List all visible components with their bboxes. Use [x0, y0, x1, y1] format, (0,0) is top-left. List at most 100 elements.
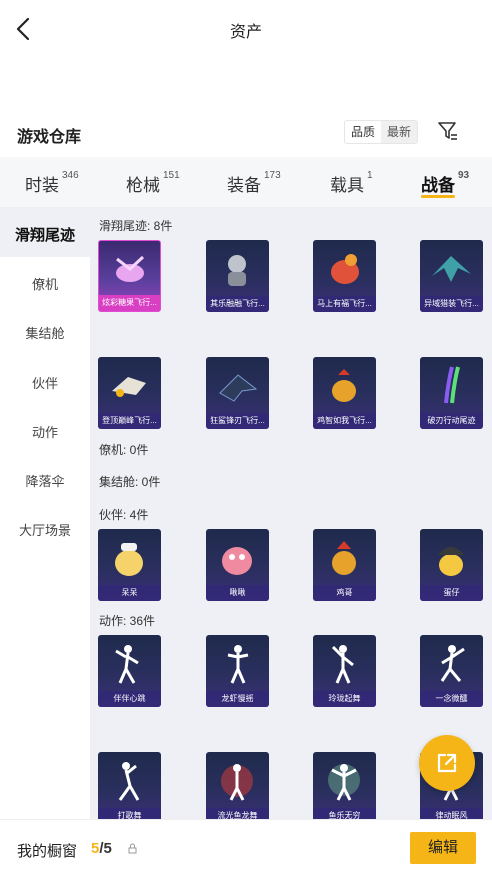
tab-count: 173 [264, 170, 281, 181]
section-label-action: 动作: 36件 [99, 614, 156, 628]
item-card[interactable]: 呆呆 [98, 529, 161, 601]
item-card[interactable]: 啾啾 [206, 529, 269, 601]
tab-vehicles[interactable]: 载具1 [330, 170, 373, 196]
sort-quality-option[interactable]: 品质 [345, 121, 382, 143]
item-caption: 登顶巅峰飞行... [98, 413, 161, 429]
robot-glider-icon [228, 255, 246, 286]
showcase-count-total: /5 [99, 840, 112, 857]
tab-equipment[interactable]: 装备173 [227, 170, 281, 196]
item-card[interactable]: 狂鲨锋刃飞行... [206, 357, 269, 429]
section-label-glide: 滑翔尾迹: 8件 [99, 219, 173, 233]
section-label-wingman: 僚机: 0件 [99, 443, 149, 457]
top-bar: 资产 [0, 0, 492, 58]
rooster-partner-icon [332, 541, 356, 575]
pink-chick-partner-icon [222, 547, 252, 575]
item-card[interactable]: 鸡哥 [313, 529, 376, 601]
dancer-pose-icon [118, 762, 140, 801]
dancer-pose-icon [221, 764, 253, 801]
item-caption: 玲珑起舞 [313, 691, 376, 707]
item-caption: 其乐融融飞行... [206, 296, 269, 312]
showcase-label: 我的橱窗 [17, 843, 78, 860]
item-card[interactable]: 异域猎装飞行... [420, 240, 483, 312]
tab-label: 装备 [227, 176, 261, 195]
sidebar-item-parachute[interactable]: 降落伞 [0, 471, 90, 490]
item-card[interactable]: 打歌舞 [98, 752, 161, 819]
item-caption: 龙虾慢摇 [206, 691, 269, 707]
item-caption: 异域猎装飞行... [420, 296, 483, 312]
item-caption: 律动眠风 [420, 808, 483, 819]
tab-label: 战备 [421, 176, 455, 195]
sidebar-item-partner[interactable]: 伙伴 [0, 373, 90, 392]
item-caption: 马上有福飞行... [313, 296, 376, 312]
shark-glider-icon [219, 374, 258, 402]
item-caption: 一念微醺 [420, 691, 483, 707]
dancer-pose-icon [440, 645, 465, 682]
item-caption: 狂鲨锋刃飞行... [206, 413, 269, 429]
sort-latest-option[interactable]: 最新 [381, 121, 418, 143]
filter-icon[interactable] [437, 120, 459, 142]
item-card[interactable]: 伴伴心跳 [98, 635, 161, 707]
sidebar-item-wingman[interactable]: 僚机 [0, 274, 90, 293]
item-caption: 流光鱼龙舞 [206, 808, 269, 819]
chicken-glider-icon [332, 369, 356, 402]
category-tabs: 时装346 枪械151 装备173 载具1 战备93 [0, 157, 492, 207]
section-label-partner: 伙伴: 4件 [99, 508, 149, 522]
dancer-pose-icon [328, 764, 360, 801]
chick-partner-icon [115, 543, 143, 576]
item-card[interactable]: 破刃行动尾迹 [420, 357, 483, 429]
item-card[interactable]: 登顶巅峰飞行... [98, 357, 161, 429]
showcase-count: 5/5 [91, 840, 112, 857]
active-tab-indicator [421, 195, 456, 198]
share-button[interactable] [419, 735, 475, 791]
tab-count: 346 [62, 170, 79, 181]
item-caption: 伴伴心跳 [98, 691, 161, 707]
sidebar-item-pod[interactable]: 集结舱 [0, 323, 90, 342]
dancer-pose-icon [331, 645, 354, 684]
horse-glider-icon [331, 254, 359, 284]
item-caption: 打歌舞 [98, 808, 161, 819]
tab-guns[interactable]: 枪械151 [126, 170, 180, 196]
tab-count: 1 [367, 170, 373, 181]
item-card[interactable]: 蛋仔 [420, 529, 483, 601]
edit-button[interactable]: 编辑 [410, 832, 476, 864]
item-card[interactable]: 一念微醺 [420, 635, 483, 707]
tab-fashion[interactable]: 时装346 [25, 170, 79, 196]
item-card[interactable]: 龙虾慢摇 [206, 635, 269, 707]
item-card[interactable]: 流光鱼龙舞 [206, 752, 269, 819]
item-caption: 鸡智如我飞行... [313, 413, 376, 429]
item-caption: 鱼乐无穷 [313, 808, 376, 819]
item-card[interactable]: 鸡智如我飞行... [313, 357, 376, 429]
rainbow-trail-icon [444, 366, 460, 404]
item-grid: 滑翔尾迹: 8件 炫彩糖果飞行... 其乐融融飞行... 马上有福飞行... 异… [90, 207, 492, 819]
dragon-glider-icon [432, 256, 471, 282]
helmet-chick-partner-icon [438, 547, 464, 576]
item-caption: 破刃行动尾迹 [420, 413, 483, 429]
item-caption: 鸡哥 [313, 585, 376, 601]
sort-toggle: 品质 最新 [344, 120, 419, 144]
candy-glider-icon [116, 255, 145, 282]
sidebar-item-action[interactable]: 动作 [0, 422, 90, 441]
tab-label: 枪械 [126, 176, 160, 195]
sidebar-item-glide-trail[interactable]: 滑翔尾迹 [0, 224, 90, 245]
tab-label: 时装 [25, 176, 59, 195]
sidebar-item-lobby-scene[interactable]: 大厅场景 [0, 520, 90, 539]
item-card[interactable]: 其乐融融飞行... [206, 240, 269, 312]
tab-count: 151 [163, 170, 180, 181]
item-card[interactable]: 鱼乐无穷 [313, 752, 376, 819]
subcategory-sidebar: 滑翔尾迹 僚机 集结舱 伙伴 动作 降落伞 大厅场景 [0, 207, 90, 819]
tab-battle-prep[interactable]: 战备93 [421, 170, 469, 198]
page-title: 资产 [229, 24, 262, 41]
section-label-pod: 集结舱: 0件 [99, 475, 161, 489]
item-card[interactable]: 玲珑起舞 [313, 635, 376, 707]
item-caption: 蛋仔 [420, 585, 483, 601]
item-card[interactable]: 马上有福飞行... [313, 240, 376, 312]
item-caption: 啾啾 [206, 585, 269, 601]
tab-label: 载具 [330, 176, 364, 195]
external-link-icon [437, 753, 457, 773]
bottom-bar: 我的橱窗 5/5 编辑 [0, 819, 492, 876]
item-card[interactable]: 炫彩糖果飞行... [98, 240, 161, 312]
warehouse-title: 游戏仓库 [17, 129, 82, 146]
item-caption: 炫彩糖果飞行... [99, 295, 160, 311]
dancer-pose-icon [115, 645, 139, 684]
lock-icon [128, 843, 137, 854]
